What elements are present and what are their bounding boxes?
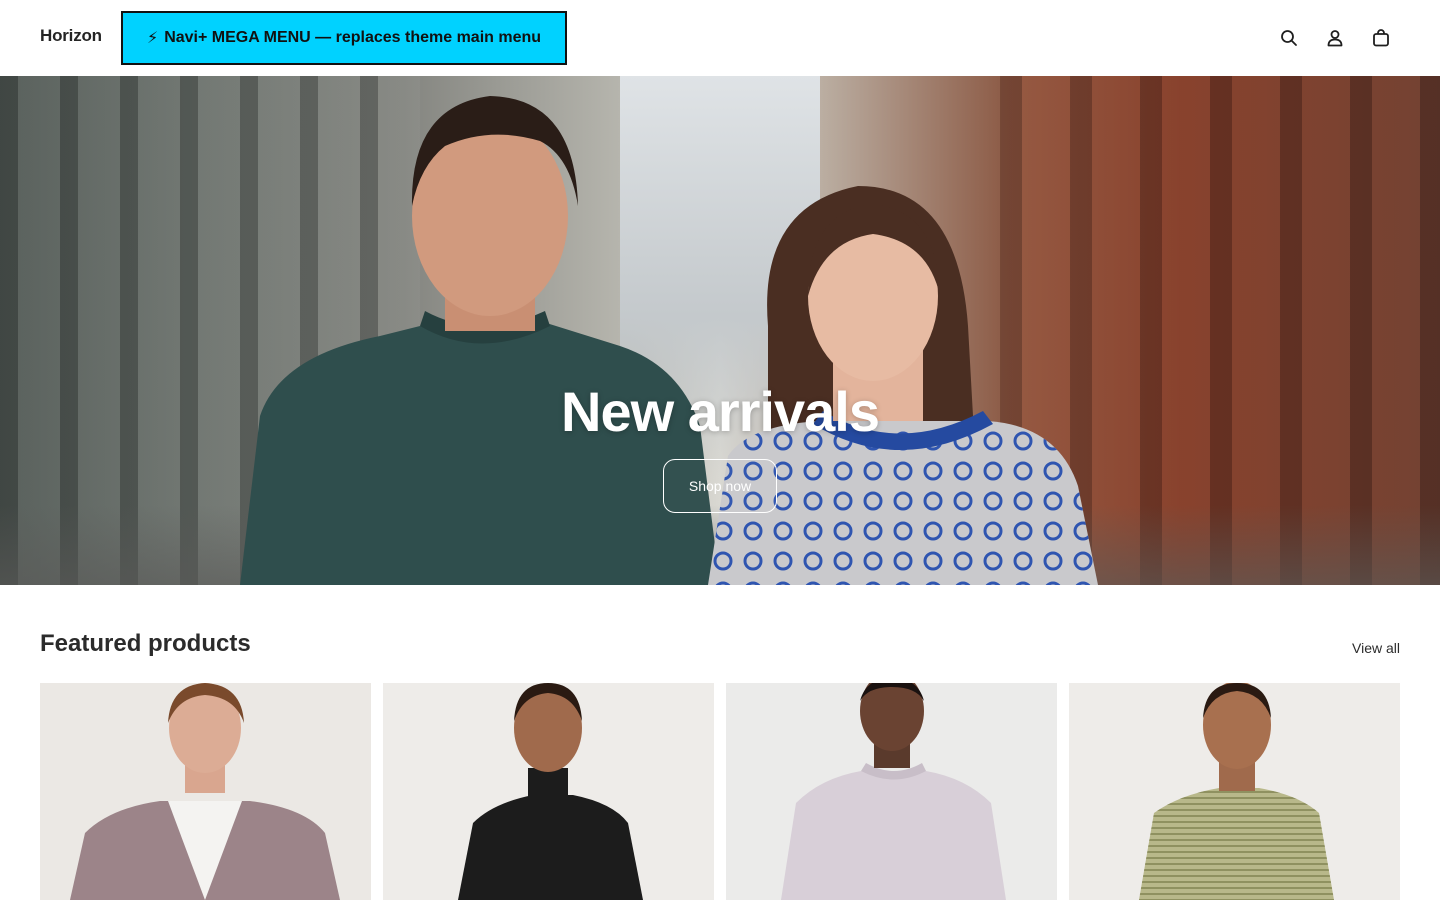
mega-menu-button[interactable]: ⚡ Navi+ MEGA MENU — replaces theme main … [121, 11, 567, 65]
cart-icon[interactable] [1370, 24, 1392, 52]
view-all-link[interactable]: View all [1352, 640, 1400, 656]
section-title: Featured products [40, 630, 251, 657]
product-image [1069, 683, 1400, 900]
mega-menu-label: Navi+ MEGA MENU — replaces theme main me… [164, 29, 542, 46]
product-card[interactable] [40, 683, 371, 900]
product-card[interactable] [726, 683, 1057, 900]
lightning-icon: ⚡ [146, 30, 159, 47]
product-image [383, 683, 714, 900]
hero-model-man [240, 96, 720, 585]
site-header: Horizon ⚡ Navi+ MEGA MENU — replaces the… [0, 0, 1440, 76]
product-image [726, 683, 1057, 900]
hero-banner: New arrivals Shop now [0, 76, 1440, 585]
store-logo[interactable]: Horizon [40, 26, 102, 46]
product-card[interactable] [1069, 683, 1400, 900]
account-icon[interactable] [1324, 24, 1346, 52]
product-card[interactable] [383, 683, 714, 900]
header-actions [1278, 24, 1392, 52]
product-grid [40, 683, 1400, 900]
product-image [40, 683, 371, 900]
search-icon[interactable] [1278, 24, 1300, 52]
hero-title: New arrivals [561, 380, 880, 443]
shop-now-button[interactable]: Shop now [663, 459, 777, 513]
